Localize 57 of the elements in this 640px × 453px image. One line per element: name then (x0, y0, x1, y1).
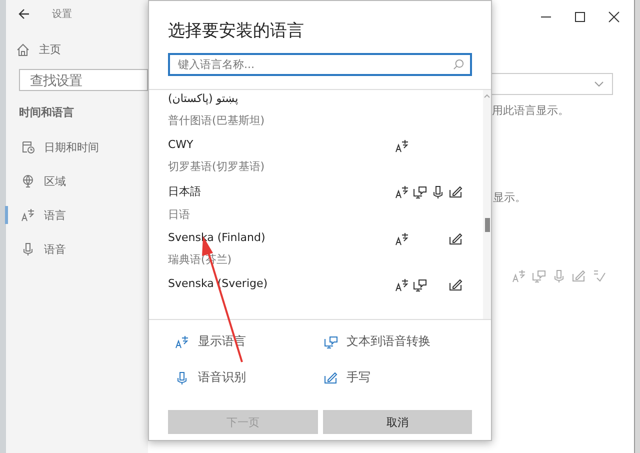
character-icon (395, 278, 409, 292)
calendar-clock-icon (21, 140, 35, 154)
description-text: 显示。 (493, 190, 526, 205)
home-nav-item[interactable]: 主页 (6, 28, 148, 57)
language-name: CWY (168, 138, 194, 152)
language-translation: 日语 (168, 207, 191, 222)
language-translation: 切罗基语(切罗基语) (168, 159, 266, 174)
dialog-button[interactable]: 取消 (322, 410, 472, 434)
monitor-bubble-icon (413, 278, 427, 292)
maximize-icon[interactable] (574, 11, 586, 23)
globe-icon (21, 174, 35, 188)
description-text: 用此语言显示。 (492, 103, 569, 118)
search-field[interactable]: 查找设置 (19, 69, 148, 91)
microphone-icon (431, 185, 445, 200)
check-icon (592, 269, 606, 283)
language-name: پښتو (پاکستان) (168, 92, 240, 105)
character-icon (21, 208, 35, 222)
sidebar-item[interactable]: 语音 (5, 240, 148, 258)
language-translation: 普什图语(巴基斯坦) (168, 113, 266, 128)
home-icon (16, 42, 30, 56)
pen-pad-icon (449, 232, 463, 246)
search-icon (453, 59, 464, 70)
monitor-bubble-icon (532, 269, 546, 283)
character-icon (395, 185, 409, 200)
dialog-title: 选择要安装的语言 (168, 20, 305, 43)
legend-label: 文本到语音转换 (346, 333, 430, 350)
back-arrow-icon[interactable] (18, 8, 30, 20)
language-name: 日本語 (168, 184, 202, 200)
language-search-field[interactable]: 键入语言名称... (168, 53, 472, 76)
pen-pad-icon (572, 269, 586, 283)
legend-label: 语音识别 (198, 369, 246, 386)
microphone-icon (175, 370, 189, 384)
monitor-bubble-icon (324, 334, 338, 348)
character-icon (512, 269, 526, 283)
sidebar-item[interactable]: 日期和时间 (5, 138, 148, 156)
language-item[interactable]: CWY 切罗基语(切罗基语) (168, 134, 483, 180)
section-heading: 时间和语言 (18, 105, 75, 120)
pen-pad-icon (449, 185, 463, 200)
window-title: 设置 (52, 8, 72, 21)
monitor-bubble-icon (413, 185, 427, 200)
scrollbar-thumb[interactable] (484, 218, 490, 232)
microphone-icon (21, 242, 35, 256)
language-name: Svenska (Finland) (168, 230, 266, 244)
chevron-down-icon (594, 81, 604, 87)
pen-pad-icon (324, 370, 338, 384)
pen-pad-icon (449, 278, 463, 292)
character-icon (175, 334, 189, 348)
scrollbar[interactable] (483, 90, 491, 319)
sidebar-item[interactable]: 区域 (5, 172, 148, 190)
microphone-icon (552, 269, 566, 283)
character-icon (395, 139, 409, 154)
language-name: Svenska (Sverige) (168, 276, 269, 290)
close-icon[interactable] (608, 11, 620, 23)
language-item[interactable]: Svenska (Sverige) (168, 272, 483, 319)
language-item[interactable]: 日本語 日语 (168, 180, 483, 227)
legend-label: 手写 (346, 369, 370, 386)
character-icon (395, 232, 409, 246)
